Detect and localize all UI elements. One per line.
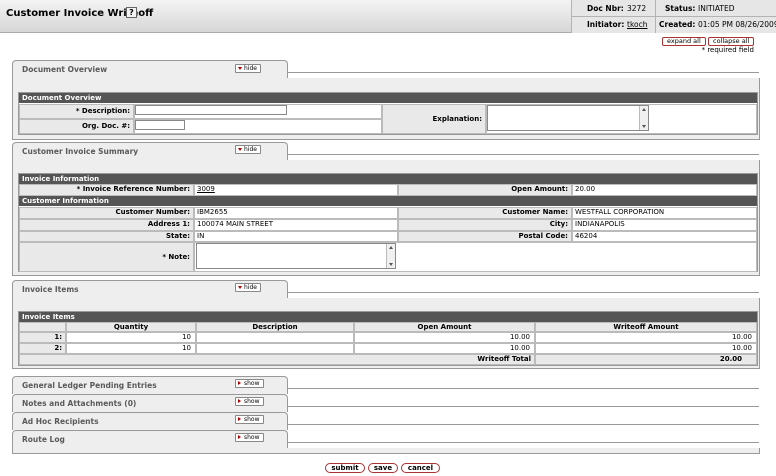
open-amount-cell: 10.00 <box>354 332 535 343</box>
status-value: INITIATED <box>698 4 735 13</box>
tab-label: Ad Hoc Recipients <box>22 417 99 426</box>
help-icon[interactable]: ? <box>126 7 137 18</box>
tab-label: General Ledger Pending Entries <box>22 381 157 390</box>
created-label: Created: <box>659 20 696 29</box>
address-value: 100074 MAIN STREET <box>194 219 398 231</box>
submit-button[interactable]: submit <box>325 463 365 473</box>
description-cell <box>196 332 354 343</box>
postal-code-label: Postal Code: <box>398 231 572 242</box>
tab-rule <box>288 442 759 443</box>
divider <box>655 0 656 33</box>
tab-label: Notes and Attachments (0) <box>22 399 137 408</box>
save-button[interactable]: save <box>368 463 398 473</box>
doc-nbr-label: Doc Nbr: <box>587 4 624 13</box>
open-amount-cell: 10.00 <box>354 343 535 354</box>
hide-invoice-summary-button[interactable]: hide <box>235 145 261 154</box>
required-field-note: * required field <box>701 46 754 54</box>
document-header: Customer Invoice Writeoff ? Doc Nbr: 327… <box>0 0 776 33</box>
show-route-log-button[interactable]: show <box>235 433 264 442</box>
tab-label: Invoice Items <box>22 285 79 294</box>
invoice-ref-cell: 3009 <box>194 184 398 196</box>
section-header: Customer Information <box>19 196 757 206</box>
show-general-ledger-button[interactable]: show <box>235 379 264 388</box>
address-label: Address 1: <box>19 219 194 231</box>
section-header: Document Overview <box>19 93 757 103</box>
city-value: INDIANAPOLIS <box>572 219 757 231</box>
state-label: State: <box>19 231 194 242</box>
tab-label: Document Overview <box>22 65 108 74</box>
sections-footer <box>12 448 760 454</box>
tab-rule <box>288 292 759 293</box>
column-header-open-amount: Open Amount <box>354 322 535 332</box>
invoice-ref-link[interactable]: 3009 <box>197 185 215 193</box>
divider <box>572 16 776 17</box>
initiator-link[interactable]: tkoch <box>627 20 647 29</box>
collapse-all-button[interactable]: collapse all <box>708 37 755 46</box>
row-index-header <box>19 322 66 332</box>
section-header: Invoice Items <box>19 312 757 322</box>
section-header: Invoice Information <box>19 174 757 184</box>
writeoff-total-label: Writeoff Total <box>19 354 535 365</box>
org-doc-label: Org. Doc. #: <box>19 119 134 134</box>
hide-document-overview-button[interactable]: hide <box>235 64 261 73</box>
status-label: Status: <box>665 4 696 13</box>
doc-nbr-value: 3272 <box>627 4 647 13</box>
tab-rule <box>288 388 759 389</box>
expand-all-button[interactable]: expand all <box>662 37 706 46</box>
writeoff-amount-cell: 10.00 <box>535 343 757 354</box>
quantity-cell: 10 <box>66 343 196 354</box>
description-cell <box>196 343 354 354</box>
customer-number-label: Customer Number: <box>19 207 194 219</box>
row-index: 2: <box>19 343 66 354</box>
explanation-label: Explanation: <box>382 104 486 134</box>
row-index: 1: <box>19 332 66 343</box>
column-header-writeoff-amount: Writeoff Amount <box>535 322 757 332</box>
document-info-panel: Doc Nbr: 3272 Status: INITIATED Initiato… <box>571 0 776 33</box>
customer-name-label: Customer Name: <box>398 207 572 219</box>
explanation-textarea[interactable] <box>487 105 649 131</box>
open-amount-value: 20.00 <box>572 184 757 196</box>
column-header-quantity: Quantity <box>66 322 196 332</box>
column-header-description: Description <box>196 322 354 332</box>
open-amount-label: Open Amount: <box>398 184 572 196</box>
tab-rule <box>288 406 759 407</box>
writeoff-amount-cell: 10.00 <box>535 332 757 343</box>
show-ad-hoc-recipients-button[interactable]: show <box>235 415 264 424</box>
writeoff-total-value: 20.00 <box>535 354 757 365</box>
tab-rule <box>288 154 759 155</box>
note-label: * Note: <box>19 242 194 272</box>
tab-label: Route Log <box>22 435 65 444</box>
postal-code-value: 46204 <box>572 231 757 242</box>
initiator-label: Initiator: <box>587 20 625 29</box>
description-label: * Description: <box>19 104 134 119</box>
city-label: City: <box>398 219 572 231</box>
description-input[interactable] <box>135 105 287 115</box>
quantity-cell: 10 <box>66 332 196 343</box>
hide-invoice-items-button[interactable]: hide <box>235 283 261 292</box>
customer-name-value: WESTFALL CORPORATION <box>572 207 757 219</box>
created-value: 01:05 PM 08/26/2009 <box>698 20 776 29</box>
cancel-button[interactable]: cancel <box>401 463 440 473</box>
org-doc-input[interactable] <box>135 120 185 130</box>
tab-rule <box>288 424 759 425</box>
state-value: IN <box>194 231 398 242</box>
customer-number-value: IBM2655 <box>194 207 398 219</box>
scrollbar[interactable] <box>639 106 648 130</box>
invoice-ref-label: * Invoice Reference Number: <box>19 184 194 196</box>
invoice-items-table: Invoice Items Quantity Description Open … <box>18 311 758 366</box>
tab-rule <box>288 72 759 73</box>
note-textarea[interactable] <box>196 243 396 269</box>
scrollbar[interactable] <box>386 244 395 268</box>
show-notes-button[interactable]: show <box>235 397 264 406</box>
tab-label: Customer Invoice Summary <box>22 147 139 156</box>
